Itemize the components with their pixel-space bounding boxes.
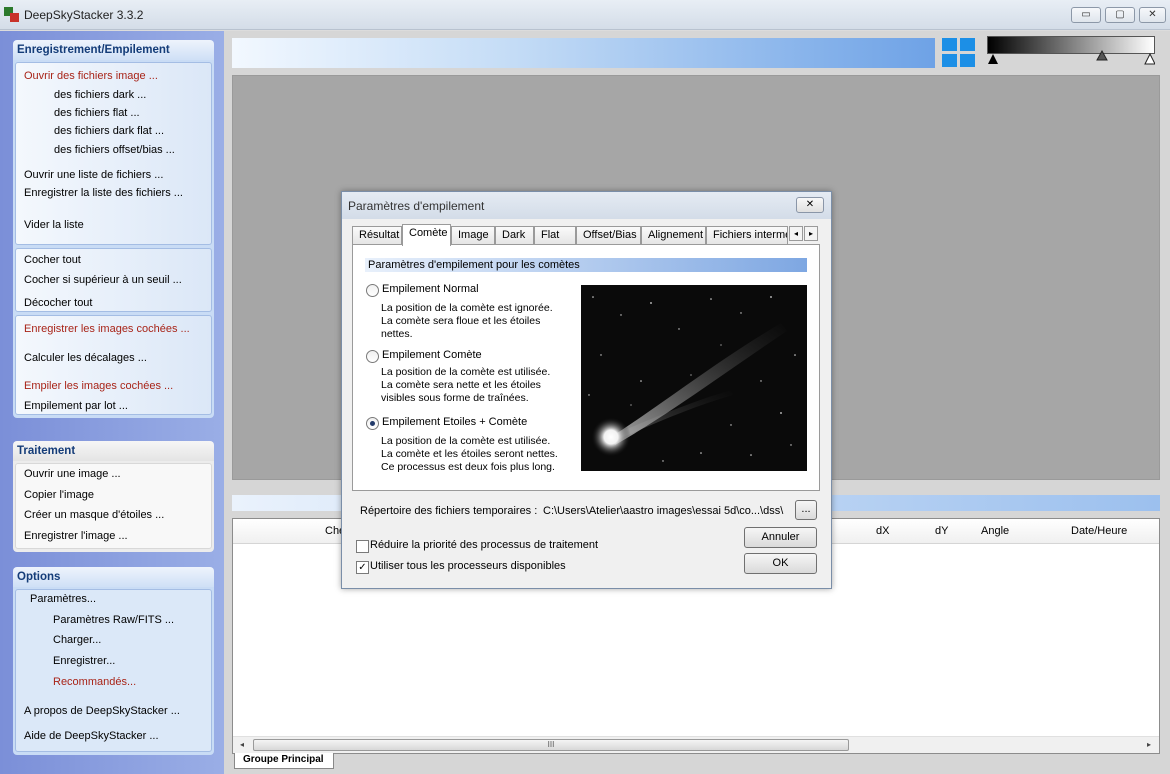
comet-section-title: Paramètres d'empilement pour les comètes: [365, 258, 807, 272]
column-datetime[interactable]: Date/Heure: [1071, 525, 1127, 537]
black-point-slider-icon: [988, 54, 998, 64]
tab-comet[interactable]: Comète: [402, 224, 451, 246]
stacking-settings-dialog: Paramètres d'empilement ✕ Résultat Comèt…: [341, 191, 832, 589]
tab-alignment[interactable]: Alignement: [641, 226, 706, 245]
about-link[interactable]: A propos de DeepSkyStacker ...: [24, 705, 180, 717]
register-checked-link[interactable]: Enregistrer les images cochées ...: [24, 323, 190, 335]
settings-tabs: Résultat Comète Image Dark Flat Offset/B…: [352, 224, 820, 246]
stack-checked-link[interactable]: Empiler les images cochées ...: [24, 380, 173, 392]
use-all-cpus-label[interactable]: Utiliser tous les processeurs disponible…: [370, 560, 566, 572]
help-link[interactable]: Aide de DeepSkyStacker ...: [24, 730, 159, 742]
options-header: Options: [13, 567, 214, 587]
column-dy[interactable]: dY: [935, 525, 948, 537]
histogram-gradient[interactable]: [987, 36, 1155, 68]
group-tab-main[interactable]: Groupe Principal: [234, 753, 334, 769]
reduce-priority-checkbox[interactable]: [356, 540, 369, 553]
tab-scroll-left-icon[interactable]: ◂: [789, 226, 803, 241]
tab-image[interactable]: Image: [451, 226, 495, 245]
tab-dark[interactable]: Dark: [495, 226, 534, 245]
star-mask-link[interactable]: Créer un masque d'étoiles ...: [24, 509, 164, 521]
save-list-link[interactable]: Enregistrer la liste des fichiers ...: [24, 187, 183, 199]
comet-tab-panel: Paramètres d'empilement pour les comètes…: [352, 244, 820, 491]
save-settings-link[interactable]: Enregistrer...: [53, 655, 115, 667]
dialog-title: Paramètres d'empilement: [348, 199, 485, 213]
tab-result[interactable]: Résultat: [352, 226, 402, 245]
desc-comet-line3: visibles sous forme de traînées.: [381, 392, 529, 404]
processing-header: Traitement: [13, 441, 214, 461]
left-panel: Enregistrement/Empilement Ouvrir des fic…: [0, 31, 224, 774]
desc-normal-line3: nettes.: [381, 328, 413, 340]
open-flats-link[interactable]: des fichiers flat ...: [54, 107, 140, 119]
column-angle[interactable]: Angle: [981, 525, 1009, 537]
copy-image-link[interactable]: Copier l'image: [24, 489, 94, 501]
save-image-link[interactable]: Enregistrer l'image ...: [24, 530, 128, 542]
options-group: Options Paramètres... Paramètres Raw/FIT…: [13, 567, 214, 755]
clear-list-link[interactable]: Vider la liste: [24, 219, 84, 231]
windows-logo-icon: [942, 38, 976, 68]
open-list-link[interactable]: Ouvrir une liste de fichiers ...: [24, 169, 163, 181]
settings-link[interactable]: Paramètres...: [30, 593, 96, 605]
open-dark-flats-link[interactable]: des fichiers dark flat ...: [54, 125, 164, 137]
radio-stars-comet-stacking[interactable]: [366, 417, 379, 430]
file-list-box: Ouvrir des fichiers image ... des fichie…: [15, 62, 212, 245]
toolbar-strip: [232, 38, 935, 68]
register-stack-group: Enregistrement/Empilement Ouvrir des fic…: [13, 40, 214, 418]
maximize-button[interactable]: ▢: [1105, 7, 1135, 23]
raw-fits-settings-link[interactable]: Paramètres Raw/FITS ...: [53, 614, 174, 626]
desc-stars-comet-line3: Ce processus est deux fois plus long.: [381, 461, 555, 473]
white-point-slider-icon: [1144, 52, 1155, 65]
tab-scroll-right-icon[interactable]: ▸: [804, 226, 818, 241]
browse-temp-dir-button[interactable]: ...: [795, 500, 817, 520]
app-icon: [4, 7, 19, 22]
open-image-link[interactable]: Ouvrir une image ...: [24, 468, 121, 480]
horizontal-scrollbar[interactable]: ◂ III ▸: [233, 736, 1159, 753]
check-box-group: Cocher tout Cocher si supérieur à un seu…: [15, 248, 212, 312]
recommended-settings-link[interactable]: Recommandés...: [53, 676, 136, 688]
minimize-button[interactable]: ▭: [1071, 7, 1101, 23]
scroll-left-icon[interactable]: ◂: [235, 739, 249, 751]
tab-offset-bias[interactable]: Offset/Bias: [576, 226, 641, 245]
desc-normal-line2: La comète sera floue et les étoiles: [381, 315, 541, 327]
window-title: DeepSkyStacker 3.3.2: [24, 8, 144, 22]
uncheck-all-link[interactable]: Décocher tout: [24, 297, 92, 309]
open-offsets-link[interactable]: des fichiers offset/bias ...: [54, 144, 175, 156]
label-normal-stacking[interactable]: Empilement Normal: [382, 283, 479, 295]
label-stars-comet-stacking[interactable]: Empilement Etoiles + Comète: [382, 416, 527, 428]
stacking-actions-box: Enregistrer les images cochées ... Calcu…: [15, 315, 212, 415]
desc-stars-comet-line2: La comète et les étoiles seront nettes.: [381, 448, 558, 460]
radio-comet-stacking[interactable]: [366, 350, 379, 363]
scroll-thumb[interactable]: III: [253, 739, 849, 751]
scroll-right-icon[interactable]: ▸: [1142, 739, 1156, 751]
close-button[interactable]: ✕: [1139, 7, 1166, 23]
processing-group: Traitement Ouvrir une image ... Copier l…: [13, 441, 214, 552]
load-settings-link[interactable]: Charger...: [53, 634, 101, 646]
open-darks-link[interactable]: des fichiers dark ...: [54, 89, 146, 101]
label-comet-stacking[interactable]: Empilement Comète: [382, 349, 482, 361]
register-stack-header: Enregistrement/Empilement: [13, 40, 214, 60]
dialog-close-button[interactable]: ✕: [796, 197, 824, 213]
comet-preview-image: [581, 285, 807, 471]
midtone-slider-icon: [1096, 49, 1108, 61]
reduce-priority-label[interactable]: Réduire la priorité des processus de tra…: [370, 539, 598, 551]
open-images-link[interactable]: Ouvrir des fichiers image ...: [24, 70, 158, 82]
temp-dir-label: Répertoire des fichiers temporaires :: [360, 505, 538, 517]
check-all-link[interactable]: Cocher tout: [24, 254, 81, 266]
tab-intermediate-files[interactable]: Fichiers interméd: [706, 226, 788, 245]
column-dx[interactable]: dX: [876, 525, 889, 537]
tab-flat[interactable]: Flat: [534, 226, 576, 245]
desc-normal-line1: La position de la comète est ignorée.: [381, 302, 553, 314]
compute-offsets-link[interactable]: Calculer les décalages ...: [24, 352, 147, 364]
desc-stars-comet-line1: La position de la comète est utilisée.: [381, 435, 551, 447]
desc-comet-line2: La comète sera nette et les étoiles: [381, 379, 541, 391]
radio-normal-stacking[interactable]: [366, 284, 379, 297]
desc-comet-line1: La position de la comète est utilisée.: [381, 366, 551, 378]
temp-dir-path: C:\Users\Atelier\aastro images\essai 5d\…: [543, 505, 784, 517]
window-titlebar: DeepSkyStacker 3.3.2 ▭ ▢ ✕: [0, 0, 1170, 30]
cancel-button[interactable]: Annuler: [744, 527, 817, 548]
batch-stacking-link[interactable]: Empilement par lot ...: [24, 400, 128, 412]
use-all-cpus-checkbox[interactable]: ✓: [356, 561, 369, 574]
check-above-link[interactable]: Cocher si supérieur à un seuil ...: [24, 274, 182, 286]
ok-button[interactable]: OK: [744, 553, 817, 574]
dialog-titlebar: Paramètres d'empilement ✕: [342, 192, 831, 219]
